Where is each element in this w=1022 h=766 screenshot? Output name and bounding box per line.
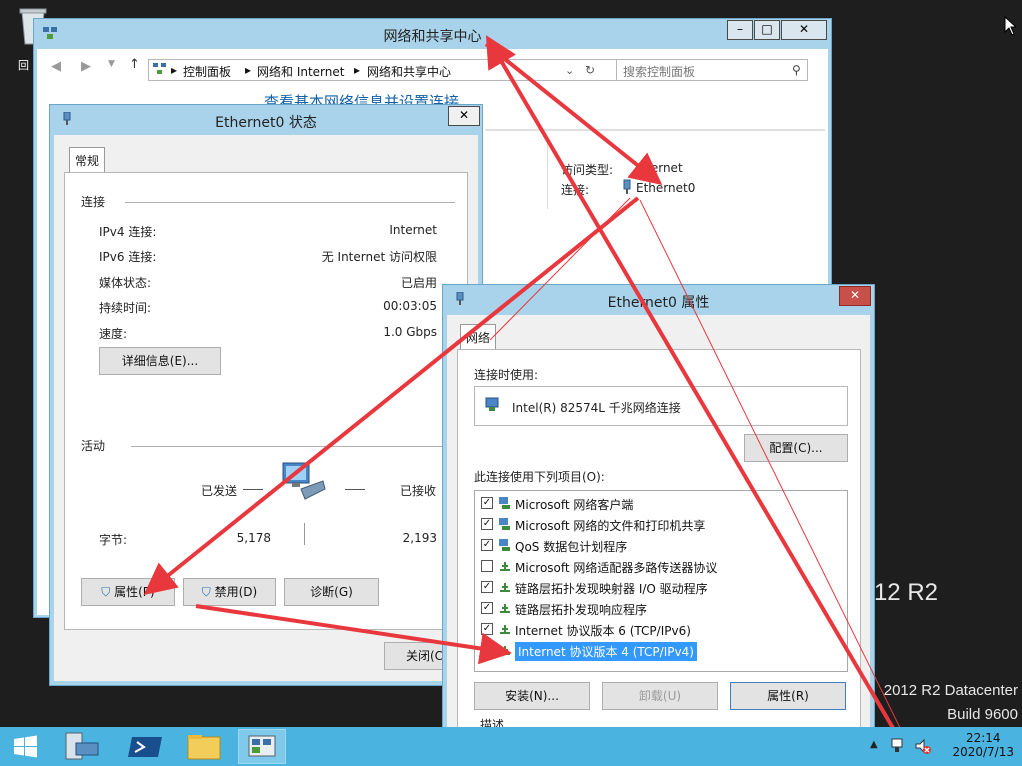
taskbar: ▲ 22:14 2020/7/13	[0, 727, 1022, 766]
arrow-to-ipv4-item	[195, 604, 512, 665]
arrow-to-properties-button	[143, 196, 640, 596]
arrow-thin-guide	[639, 199, 907, 741]
arrow-thin-guide	[489, 197, 631, 341]
network-tray-icon[interactable]	[890, 737, 908, 758]
arrow-to-title	[485, 35, 902, 742]
control-panel-taskbar-icon[interactable]	[238, 729, 286, 764]
volume-muted-icon[interactable]	[914, 737, 932, 758]
start-button[interactable]	[2, 729, 50, 764]
clock-time: 22:14	[965, 731, 1001, 745]
server-manager-icon[interactable]	[58, 729, 106, 764]
file-explorer-icon[interactable]	[180, 729, 228, 764]
powershell-icon[interactable]	[122, 729, 170, 764]
show-hidden-icons-icon[interactable]: ▲	[870, 739, 878, 750]
clock[interactable]: 22:14 2020/7/13	[952, 731, 1014, 759]
clock-date: 2020/7/13	[952, 745, 1014, 759]
annotation-arrows	[143, 35, 907, 742]
arrow-to-ethernet-link	[484, 42, 663, 185]
